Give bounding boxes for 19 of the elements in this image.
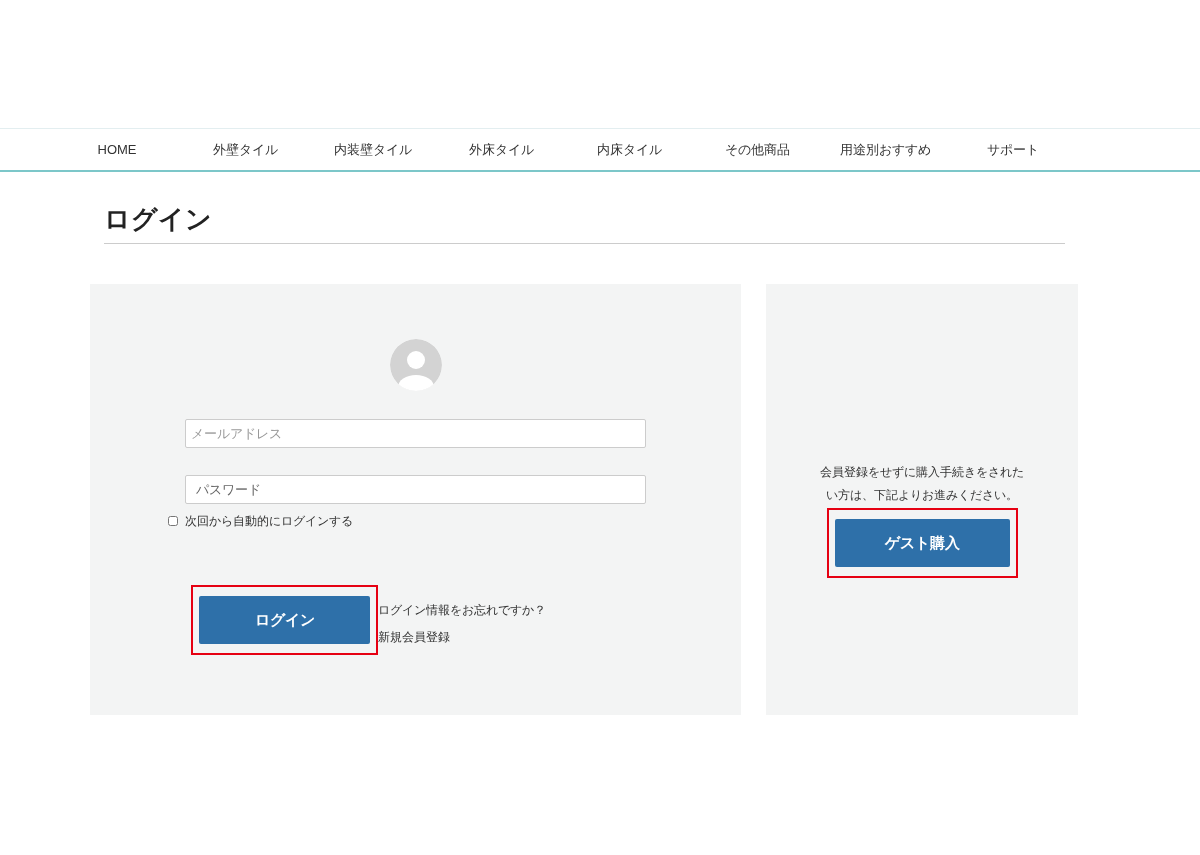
text-link[interactable]: ログイン情報をお忘れですか？	[378, 601, 546, 619]
nav-link[interactable]: サポート	[949, 129, 1077, 170]
nav-link[interactable]: 外壁タイル	[181, 129, 309, 170]
nav-link[interactable]: その他商品	[693, 129, 821, 170]
guest-description: 会員登録をせずに購入手続きをされたい方は、下記よりお進みください。	[819, 464, 1025, 504]
page-title: ログイン	[104, 200, 1065, 244]
nav-link[interactable]: HOME	[53, 129, 181, 170]
nav-link[interactable]: 外床タイル	[437, 129, 565, 170]
nav-link[interactable]: 用途別おすすめ	[821, 129, 949, 170]
remember-label: 次回から自動的にログインする	[185, 513, 353, 530]
remember-checkbox[interactable]	[168, 516, 178, 526]
user-avatar-icon	[389, 339, 442, 391]
nav-link[interactable]: 内床タイル	[565, 129, 693, 170]
email-field[interactable]: メールアドレス	[185, 419, 646, 448]
password-field[interactable]: パスワード	[185, 475, 646, 504]
text-link[interactable]: 新規会員登録	[378, 628, 546, 646]
guest-purchase-button[interactable]: ゲスト購入	[834, 519, 1010, 567]
nav-link[interactable]: 内装壁タイル	[309, 129, 437, 170]
login-button[interactable]: ログイン	[199, 596, 370, 644]
